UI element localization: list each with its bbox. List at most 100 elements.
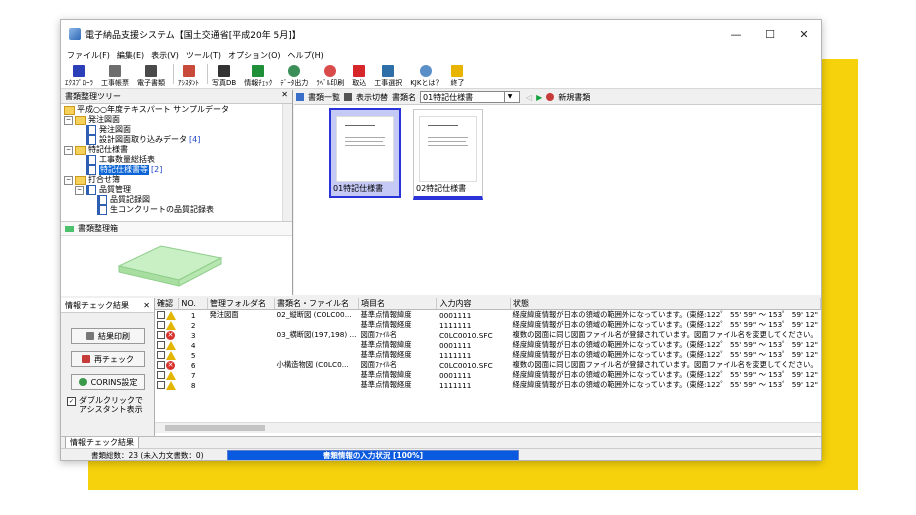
table-row[interactable]: ✕ 3 03_横断図(197,198) ... 図面ﾌｧｲﾙ名 C0LC0010.SFC…: [155, 330, 821, 340]
tree-root[interactable]: 平成○○年度テキスパート サンプルデータ: [64, 105, 229, 115]
close-button[interactable]: ✕: [787, 20, 821, 48]
import-button[interactable]: 取込: [352, 65, 366, 88]
corins-settings-button[interactable]: CORINS設定: [71, 374, 145, 390]
col-state[interactable]: 状態: [510, 298, 821, 310]
assistant-button[interactable]: ｱｼｽﾀﾝﾄ: [178, 65, 199, 88]
tree-item-quantity-summary[interactable]: 工事数量総括表: [86, 155, 155, 165]
row-state: 複数の図面に同じ図面ファイル名が登録されています。図面ファイル名を変更してくださ…: [512, 330, 818, 339]
row-folder: [207, 380, 274, 390]
menu-tools[interactable]: ツール(T): [186, 50, 221, 61]
checkbox-checked-icon[interactable]: ✓: [67, 397, 76, 406]
minimize-button[interactable]: —: [719, 20, 753, 48]
exit-button[interactable]: 終了: [450, 65, 464, 88]
confirm-cell[interactable]: [155, 310, 179, 321]
tree-item-concrete-record[interactable]: 生コンクリートの品質記録表: [97, 205, 214, 215]
document-card[interactable]: 02特記仕様書: [413, 109, 483, 200]
confirm-cell[interactable]: [155, 340, 179, 350]
collapse-icon[interactable]: −: [64, 175, 73, 185]
project-select-button[interactable]: 工事選択: [374, 65, 402, 88]
confirm-cell[interactable]: [155, 380, 179, 390]
view-toggle-button[interactable]: 表示切替: [356, 92, 388, 103]
table-row[interactable]: 8 基準点情報経度 1111111 経度緯度情報が日本の領域の範囲外になっています。(…: [155, 380, 821, 390]
confirm-cell[interactable]: ✕: [155, 360, 179, 370]
window-title: 電子納品支援システム【国土交通省[平成20年 5月]】: [85, 30, 301, 41]
tree-item-special-spec-selected[interactable]: 特記仕様書等 [2]: [86, 165, 162, 175]
col-document[interactable]: 書類名・ファイル名: [274, 298, 360, 310]
kjk-help-button[interactable]: KJKとは？: [410, 65, 442, 88]
col-confirm[interactable]: 確認: [155, 298, 180, 310]
grid-horizontal-scrollbar[interactable]: [155, 422, 821, 433]
prev-arrow-icon[interactable]: ◁: [526, 93, 532, 102]
tree-scrollbar[interactable]: [282, 104, 292, 221]
row-document: 03_横断図(197,198) ...: [276, 330, 357, 339]
col-folder[interactable]: 管理フォルダ名: [207, 298, 276, 310]
confirm-checkbox[interactable]: [157, 321, 165, 330]
tree-item-meeting[interactable]: − 打合せ簿: [64, 175, 120, 185]
table-row[interactable]: 2 基準点情報経度 1111111 経度緯度情報が日本の領域の範囲外になっています。(…: [155, 320, 821, 330]
col-no[interactable]: NO.: [178, 298, 208, 310]
result-print-button[interactable]: 結果印刷: [71, 328, 145, 344]
document-name-select[interactable]: 01特記仕様書 ▼: [420, 91, 520, 103]
tree-pane-close-icon[interactable]: ✕: [281, 90, 288, 99]
confirm-checkbox[interactable]: [157, 331, 165, 340]
info-check-button[interactable]: 情報ﾁｪｯｸ: [244, 65, 272, 88]
dblclick-assistant-checkbox[interactable]: ✓ ダブルクリックで アシスタント表示: [67, 396, 143, 414]
table-row[interactable]: 1 発注図面 02_縦断図 (C0LC00... 基準点情報緯度 0001111 経度緯度…: [155, 310, 821, 321]
menu-view[interactable]: 表示(V): [151, 50, 179, 61]
recheck-button[interactable]: 再チェック: [71, 351, 145, 367]
menu-edit[interactable]: 編集(E): [117, 50, 144, 61]
label-print-button[interactable]: ﾗﾍﾞﾙ印刷: [316, 65, 344, 88]
confirm-checkbox[interactable]: [157, 341, 165, 350]
document-box[interactable]: [61, 236, 292, 296]
table-row[interactable]: 4 基準点情報緯度 0001111 経度緯度情報が日本の領域の範囲外になっています。(…: [155, 340, 821, 350]
warning-icon: [166, 380, 176, 390]
collapse-icon[interactable]: −: [64, 145, 73, 155]
next-arrow-icon[interactable]: ▶: [536, 93, 542, 102]
tree-item-special-spec[interactable]: − 特記仕様書: [64, 145, 128, 155]
explorer-button[interactable]: ｴｸｽﾌﾟﾛｰﾗ: [65, 65, 93, 88]
tree-item-order-drawings[interactable]: − 発注図面: [64, 115, 120, 125]
row-item: 図面ﾌｧｲﾙ名: [360, 360, 397, 369]
row-no: 3: [190, 330, 196, 340]
tree-item-quality[interactable]: − 品質管理: [75, 185, 131, 195]
confirm-cell[interactable]: [155, 320, 179, 330]
row-document: [275, 350, 359, 360]
confirm-checkbox[interactable]: [157, 351, 165, 360]
tree-item-order-drawings-doc[interactable]: 発注図面: [86, 125, 131, 135]
check-panel-close-icon[interactable]: ✕: [143, 301, 150, 310]
ledger-button[interactable]: 工事帳票: [101, 65, 129, 88]
table-row[interactable]: 5 基準点情報経度 1111111 経度緯度情報が日本の領域の範囲外になっています。(…: [155, 350, 821, 360]
confirm-cell[interactable]: [155, 350, 179, 360]
col-item[interactable]: 項目名: [358, 298, 438, 310]
scroll-thumb[interactable]: [165, 425, 265, 431]
confirm-checkbox[interactable]: [157, 361, 165, 370]
menu-file[interactable]: ファイル(F): [67, 50, 110, 61]
collapse-icon[interactable]: −: [75, 185, 84, 195]
confirm-checkbox[interactable]: [157, 371, 165, 380]
tree-item-design-import[interactable]: 設計図面取り込みデータ [4]: [86, 135, 200, 145]
chevron-down-icon[interactable]: ▼: [504, 92, 515, 102]
document-card[interactable]: 01特記仕様書: [329, 108, 401, 198]
tree-item-quality-record[interactable]: 品質記録図: [97, 195, 150, 205]
document-list-button[interactable]: 書類一覧: [308, 92, 340, 103]
row-item: 基準点情報経度: [360, 320, 412, 329]
edoc-button[interactable]: 電子書類: [137, 65, 165, 88]
confirm-cell[interactable]: [155, 370, 179, 380]
menu-options[interactable]: オプション(O): [228, 50, 281, 61]
title-bar: 電子納品支援システム【国土交通省[平成20年 5月]】 — ☐ ✕: [61, 20, 821, 48]
row-no: 1: [190, 310, 196, 320]
confirm-cell[interactable]: ✕: [155, 330, 179, 340]
table-row[interactable]: 7 基準点情報緯度 0001111 経度緯度情報が日本の領域の範囲外になっています。(…: [155, 370, 821, 380]
table-row[interactable]: ✕ 6 小構造物図 (C0LC0... 図面ﾌｧｲﾙ名 C0LC0010.SFC 複数の図…: [155, 360, 821, 370]
collapse-icon[interactable]: −: [64, 115, 73, 125]
photo-db-button[interactable]: 写真DB: [212, 65, 236, 88]
maximize-button[interactable]: ☐: [753, 20, 787, 48]
results-table: 確認 NO. 管理フォルダ名 書類名・ファイル名 項目名 入力内容 状態 1 発注…: [155, 298, 821, 390]
new-document-button[interactable]: 新規書類: [558, 92, 590, 103]
col-input[interactable]: 入力内容: [436, 298, 512, 310]
menu-help[interactable]: ヘルプ(H): [288, 50, 324, 61]
confirm-checkbox[interactable]: [157, 381, 165, 390]
data-export-button[interactable]: ﾃﾞｰﾀ出力: [280, 65, 308, 88]
check-panel-header: 情報チェック結果 ✕: [61, 298, 154, 313]
confirm-checkbox[interactable]: [157, 311, 165, 320]
